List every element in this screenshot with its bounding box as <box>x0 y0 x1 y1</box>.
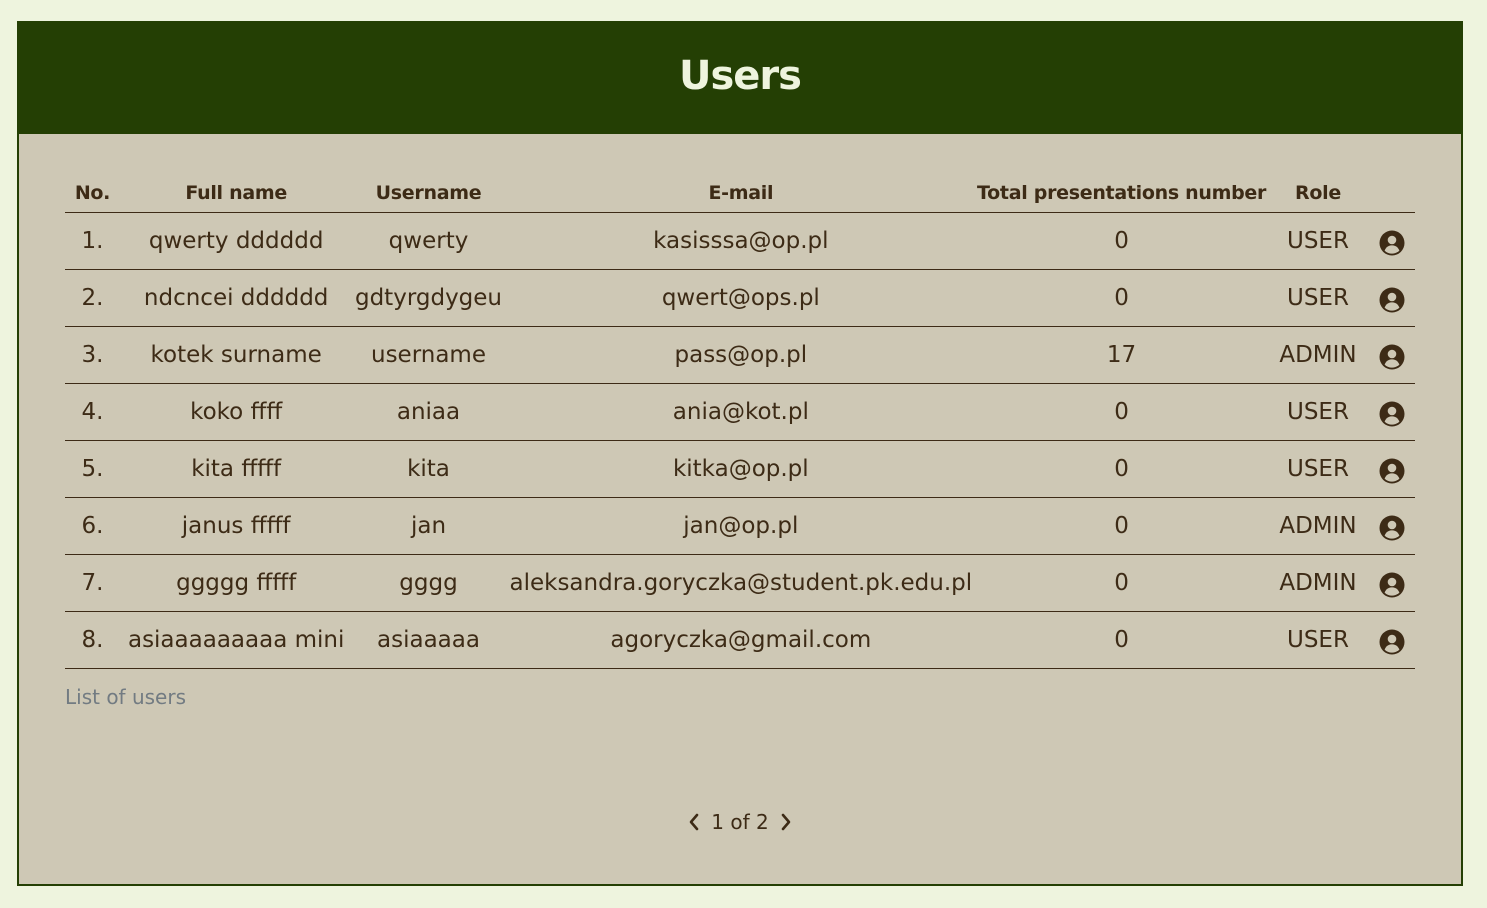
cell-no: 4. <box>65 383 120 441</box>
column-header-email: E-mail <box>504 173 978 213</box>
user-circle-icon[interactable] <box>1379 401 1405 427</box>
column-header-full-name: Full name <box>119 173 353 213</box>
cell-role: USER <box>1266 269 1370 327</box>
cell-full-name: ndcncei dddddd <box>119 269 353 327</box>
cell-full-name: ggggg fffff <box>119 554 353 612</box>
cell-no: 8. <box>65 611 120 669</box>
cell-action <box>1369 269 1415 327</box>
cell-role: ADMIN <box>1266 326 1370 384</box>
cell-action <box>1369 326 1415 384</box>
cell-presentations: 0 <box>977 497 1267 555</box>
cell-email: jan@op.pl <box>504 497 978 555</box>
cell-no: 2. <box>65 269 120 327</box>
cell-role: ADMIN <box>1266 554 1370 612</box>
cell-presentations: 0 <box>977 611 1267 669</box>
table-row: 2. ndcncei dddddd gdtyrgdygeu qwert@ops.pl 0… <box>65 269 1415 327</box>
users-table: No. Full name Username E-mail Total pres… <box>65 173 1415 669</box>
user-circle-icon[interactable] <box>1379 230 1405 256</box>
cell-action <box>1369 497 1415 555</box>
cell-full-name: asiaaaaaaaaa mini <box>119 611 353 669</box>
cell-email: kitka@op.pl <box>504 440 978 498</box>
column-header-role: Role <box>1266 173 1370 213</box>
user-circle-icon[interactable] <box>1379 287 1405 313</box>
table-header-row: No. Full name Username E-mail Total pres… <box>65 173 1415 213</box>
cell-role: USER <box>1266 383 1370 441</box>
cell-presentations: 0 <box>977 554 1267 612</box>
cell-role: ADMIN <box>1266 497 1370 555</box>
cell-action <box>1369 611 1415 669</box>
cell-action <box>1369 440 1415 498</box>
user-circle-icon[interactable] <box>1379 344 1405 370</box>
column-header-actions <box>1369 173 1415 213</box>
cell-email: agoryczka@gmail.com <box>504 611 978 669</box>
page-title: Users <box>679 52 802 99</box>
chevron-right-icon[interactable] <box>775 810 797 834</box>
cell-full-name: koko ffff <box>119 383 353 441</box>
table-row: 6. janus fffff jan jan@op.pl 0 ADMIN <box>65 497 1415 555</box>
pagination: 1 of 2 <box>19 810 1461 834</box>
column-header-presentations: Total presentations number <box>977 173 1266 213</box>
cell-full-name: kita fffff <box>119 440 353 498</box>
table-row: 8. asiaaaaaaaaa mini asiaaaaa agoryczka@gma… <box>65 611 1415 669</box>
cell-username: username <box>352 326 505 384</box>
cell-presentations: 0 <box>977 440 1267 498</box>
cell-email: ania@kot.pl <box>504 383 978 441</box>
cell-action <box>1369 383 1415 441</box>
user-circle-icon[interactable] <box>1379 572 1405 598</box>
table-row: 3. kotek surname username pass@op.pl 17 ADMIN <box>65 326 1415 384</box>
cell-role: USER <box>1266 440 1370 498</box>
cell-no: 5. <box>65 440 120 498</box>
cell-email: kasisssa@op.pl <box>504 212 978 270</box>
cell-username: kita <box>352 440 505 498</box>
user-circle-icon[interactable] <box>1379 629 1405 655</box>
chevron-left-icon[interactable] <box>683 810 705 834</box>
cell-action <box>1369 554 1415 612</box>
cell-full-name: qwerty dddddd <box>119 212 353 270</box>
table-row: 5. kita fffff kita kitka@op.pl 0 USER <box>65 440 1415 498</box>
cell-no: 6. <box>65 497 120 555</box>
cell-email: qwert@ops.pl <box>504 269 978 327</box>
cell-no: 7. <box>65 554 120 612</box>
user-circle-icon[interactable] <box>1379 458 1405 484</box>
cell-no: 3. <box>65 326 120 384</box>
user-circle-icon[interactable] <box>1379 515 1405 541</box>
column-header-username: Username <box>352 173 505 213</box>
cell-presentations: 17 <box>977 326 1267 384</box>
users-panel: Users No. Full name Username E-mail Tota… <box>17 21 1463 886</box>
cell-email: pass@op.pl <box>504 326 978 384</box>
cell-action <box>1369 212 1415 270</box>
page-indicator: 1 of 2 <box>711 810 769 834</box>
cell-role: USER <box>1266 212 1370 270</box>
cell-full-name: kotek surname <box>119 326 353 384</box>
cell-role: USER <box>1266 611 1370 669</box>
cell-email: aleksandra.goryczka@student.pk.edu.pl <box>504 554 978 612</box>
column-header-no: No. <box>65 173 120 213</box>
cell-username: jan <box>352 497 505 555</box>
cell-username: aniaa <box>352 383 505 441</box>
cell-presentations: 0 <box>977 269 1267 327</box>
cell-full-name: janus fffff <box>119 497 353 555</box>
table-row: 1. qwerty dddddd qwerty kasisssa@op.pl 0 USER <box>65 212 1415 270</box>
cell-username: qwerty <box>352 212 505 270</box>
table-caption: List of users <box>65 685 186 709</box>
cell-username: gdtyrgdygeu <box>352 269 505 327</box>
cell-username: gggg <box>352 554 505 612</box>
panel-header: Users <box>19 23 1461 134</box>
cell-no: 1. <box>65 212 120 270</box>
cell-presentations: 0 <box>977 212 1267 270</box>
cell-username: asiaaaaa <box>352 611 505 669</box>
cell-presentations: 0 <box>977 383 1267 441</box>
table-row: 4. koko ffff aniaa ania@kot.pl 0 USER <box>65 383 1415 441</box>
table-row: 7. ggggg fffff gggg aleksandra.goryczka@stu… <box>65 554 1415 612</box>
